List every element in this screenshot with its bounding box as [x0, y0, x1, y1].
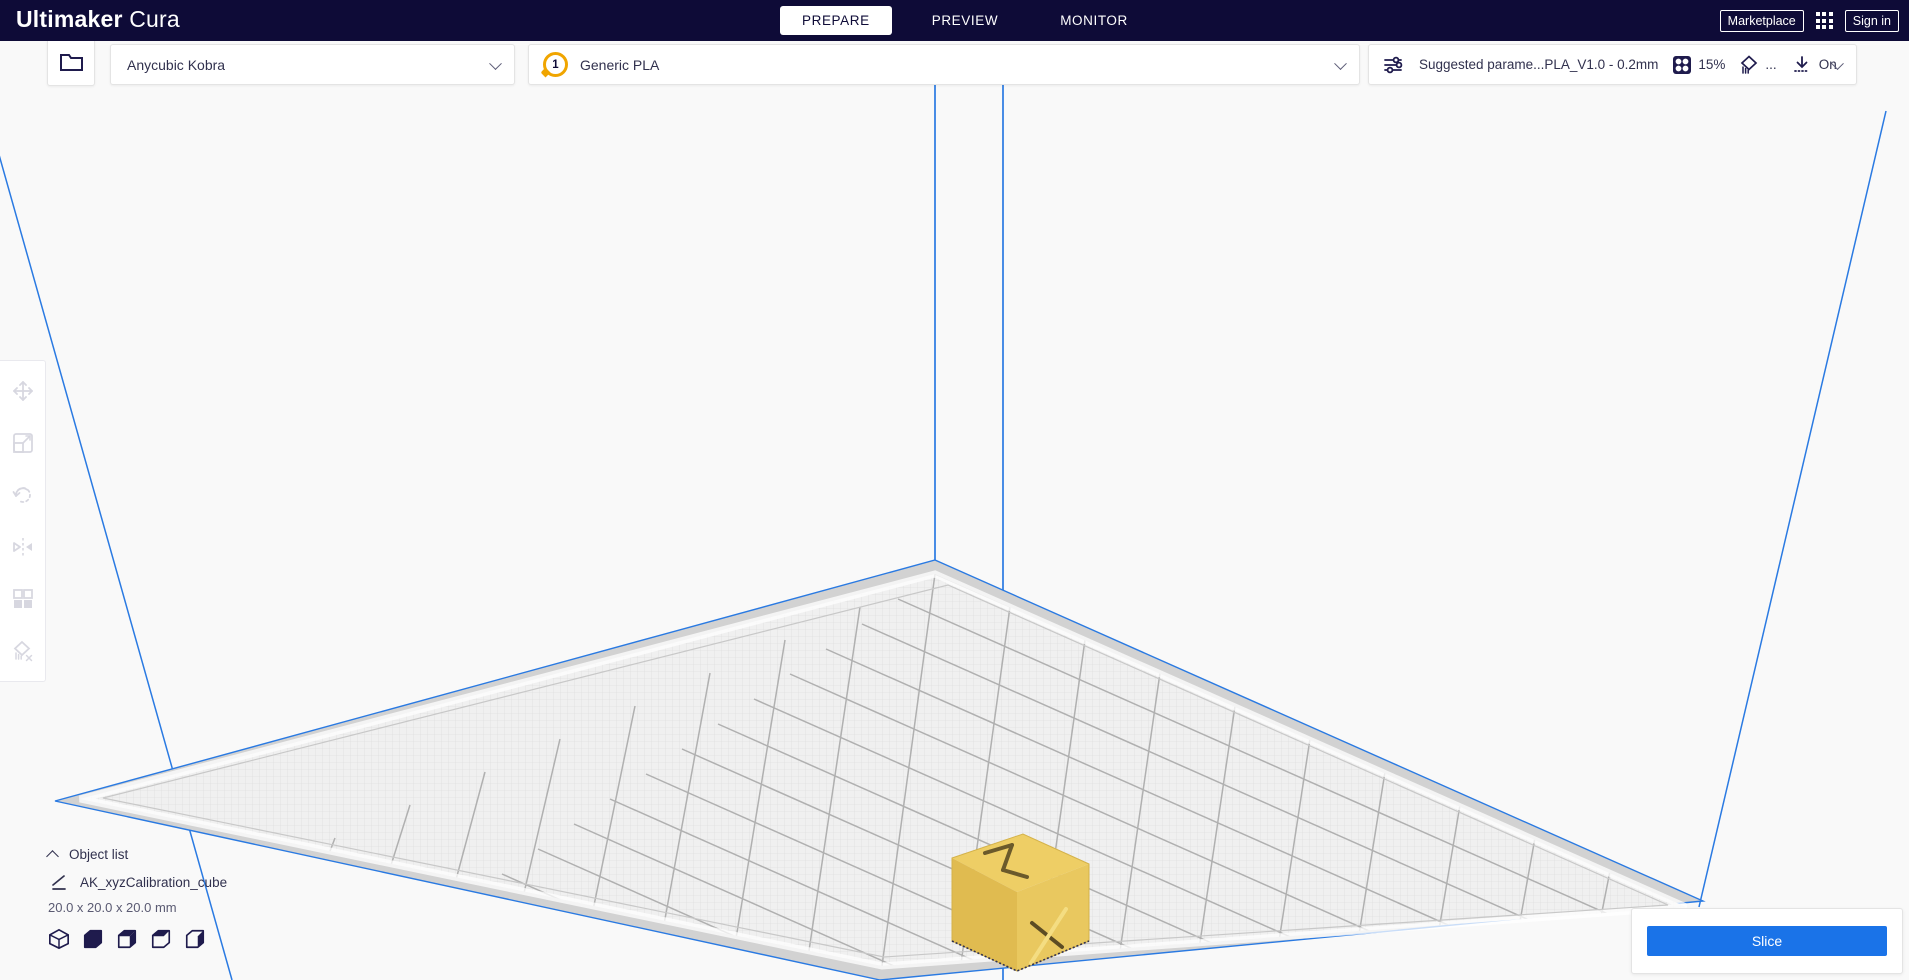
sliders-icon: [1383, 55, 1405, 75]
object-name: AK_xyzCalibration_cube: [80, 875, 227, 890]
header-actions: Marketplace Sign in: [1720, 0, 1899, 41]
material-select[interactable]: 1 Generic PLA: [528, 44, 1360, 85]
support-blocker-tool[interactable]: [0, 625, 46, 677]
chevron-down-icon: [1334, 57, 1347, 70]
rotate-icon: [11, 483, 35, 507]
tab-monitor[interactable]: MONITOR: [1038, 6, 1150, 35]
app-header: Ultimaker Cura PREPARE PREVIEW MONITOR M…: [0, 0, 1909, 41]
view-3d-icon[interactable]: [48, 928, 70, 950]
per-model-settings-tool[interactable]: [0, 573, 46, 625]
build-volume-scene: [0, 41, 1909, 980]
printer-name: Anycubic Kobra: [127, 57, 225, 73]
mirror-tool[interactable]: [0, 521, 46, 573]
object-list-toggle[interactable]: Object list: [48, 847, 378, 862]
chevron-down-icon: [489, 57, 502, 70]
model-tools-panel: [0, 360, 46, 682]
build-volume-edge-right: [1699, 111, 1886, 907]
view-left-icon[interactable]: [150, 928, 172, 950]
tab-prepare[interactable]: PREPARE: [780, 6, 892, 35]
print-profile-label: Suggested parame...PLA_V1.0 - 0.2mm: [1419, 57, 1658, 72]
chevron-up-icon: [46, 850, 59, 863]
main-tabs: PREPARE PREVIEW MONITOR: [780, 0, 1150, 41]
app-product: Cura: [129, 6, 180, 32]
app-title: Ultimaker Cura: [16, 6, 180, 33]
move-icon: [11, 379, 35, 403]
view-front-icon[interactable]: [82, 928, 104, 950]
view-top-icon[interactable]: [116, 928, 138, 950]
adhesion-icon: [1791, 55, 1813, 75]
slice-button[interactable]: Slice: [1647, 926, 1887, 956]
scale-icon: [11, 431, 35, 455]
open-file-button[interactable]: [47, 38, 95, 86]
per-model-settings-icon: [11, 587, 35, 611]
view-right-icon[interactable]: [184, 928, 206, 950]
extruder-number: 1: [543, 52, 568, 77]
app-brand: Ultimaker: [16, 6, 123, 32]
mirror-icon: [11, 535, 35, 559]
scale-tool[interactable]: [0, 417, 46, 469]
support-setting: ...: [1739, 55, 1776, 75]
adhesion-setting: On: [1791, 55, 1837, 75]
mesh-type-icon: [50, 873, 69, 892]
rotate-tool[interactable]: [0, 469, 46, 521]
infill-setting: 15%: [1672, 55, 1725, 75]
extruder-badge: 1: [543, 52, 568, 77]
view-mode-buttons: [48, 928, 378, 950]
marketplace-button[interactable]: Marketplace: [1720, 10, 1804, 32]
material-name: Generic PLA: [580, 57, 659, 73]
folder-open-icon: [59, 51, 84, 74]
infill-icon: [1672, 55, 1692, 75]
cura-window: Ultimaker Cura PREPARE PREVIEW MONITOR M…: [0, 0, 1909, 980]
object-list-title: Object list: [69, 847, 128, 862]
3d-viewport[interactable]: [0, 41, 1909, 980]
printer-select[interactable]: Anycubic Kobra: [110, 44, 515, 85]
print-settings-select[interactable]: Suggested parame...PLA_V1.0 - 0.2mm 15%: [1368, 44, 1857, 85]
sign-in-button[interactable]: Sign in: [1845, 10, 1899, 32]
object-dimensions: 20.0 x 20.0 x 20.0 mm: [48, 900, 378, 915]
move-tool[interactable]: [0, 365, 46, 417]
object-list-panel: Object list AK_xyzCalibration_cube 20.0 …: [48, 847, 378, 950]
infill-value: 15%: [1698, 57, 1725, 72]
print-profile: Suggested parame...PLA_V1.0 - 0.2mm: [1383, 55, 1658, 75]
tab-preview[interactable]: PREVIEW: [910, 6, 1020, 35]
support-icon: [1739, 55, 1759, 75]
support-blocker-icon: [11, 639, 35, 663]
slice-panel: Slice: [1631, 908, 1903, 974]
object-list-item[interactable]: AK_xyzCalibration_cube: [50, 873, 378, 892]
support-value: ...: [1765, 57, 1776, 72]
grid-dots-icon[interactable]: [1816, 12, 1833, 29]
